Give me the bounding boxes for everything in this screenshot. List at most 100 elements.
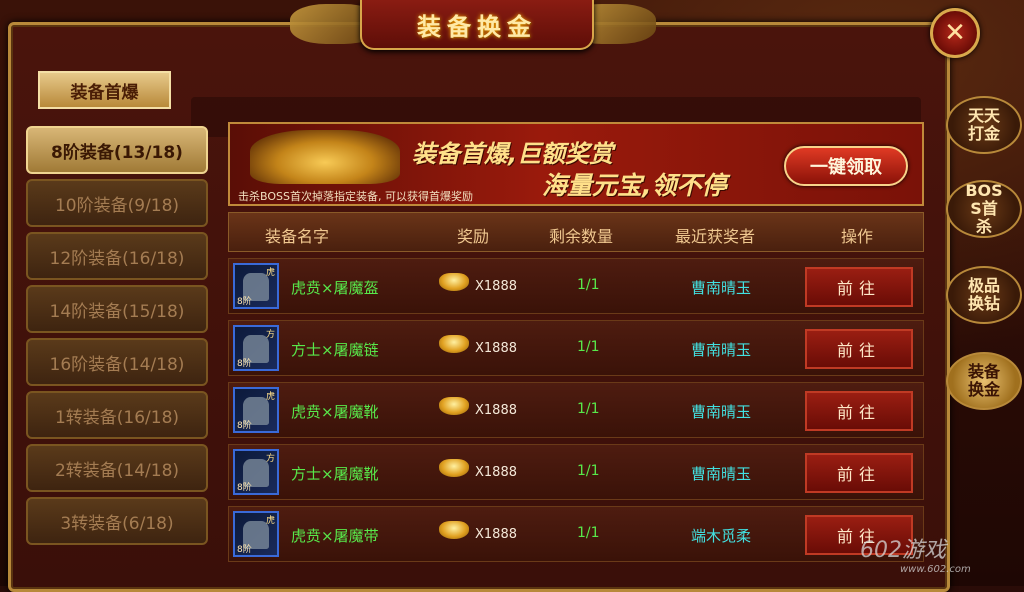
recent-winner: 曹南晴玉 <box>691 403 752 421</box>
go-label: 前往 <box>836 403 881 422</box>
go-button[interactable]: 前往 <box>805 329 913 369</box>
table-row: 虎 8阶 虎贲×屠魔靴 X1888 1/1 曹南晴玉 前往 <box>228 382 924 438</box>
level-item-label: 3转装备(6/18) <box>60 513 174 534</box>
go-label: 前往 <box>836 465 881 484</box>
gold-ingot-icon <box>439 459 469 477</box>
equipment-thumbnail[interactable]: 虎 8阶 <box>233 387 279 433</box>
side-nav-label: BOSS首杀 <box>965 181 1003 236</box>
side-nav-label: 天天打金 <box>967 106 1000 143</box>
header-remaining: 剩余数量 <box>549 227 614 246</box>
class-tag: 方 <box>265 330 275 340</box>
table-header: 装备名字 奖励 剩余数量 最近获奖者 操作 <box>228 212 924 252</box>
reward-amount: X1888 <box>475 279 517 294</box>
title-plate: 装备换金 <box>360 0 594 50</box>
level-item-label: 12阶装备(16/18) <box>49 248 185 269</box>
header-item-name: 装备名字 <box>265 227 330 246</box>
recent-winner: 曹南晴玉 <box>691 279 752 297</box>
class-tag: 方 <box>265 454 275 464</box>
level-tag: 8阶 <box>237 297 252 307</box>
side-nav-equip-gold[interactable]: 装备换金 <box>946 352 1022 410</box>
level-item-14[interactable]: 14阶装备(15/18) <box>26 285 208 333</box>
reward-amount: X1888 <box>475 341 517 356</box>
level-item-label: 1转装备(16/18) <box>54 407 180 428</box>
tab-first-drop-label: 装备首爆 <box>70 82 139 103</box>
equipment-thumbnail[interactable]: 虎 8阶 <box>233 511 279 557</box>
level-item-label: 16阶装备(14/18) <box>49 354 185 375</box>
level-item-label: 2转装备(14/18) <box>54 460 180 481</box>
level-item-label: 8阶装备(13/18) <box>51 142 183 163</box>
equipment-thumbnail[interactable]: 虎 8阶 <box>233 263 279 309</box>
table-row: 虎 8阶 虎贲×屠魔带 X1888 1/1 端木觅柔 前往 <box>228 506 924 562</box>
side-nav-boss-first-kill[interactable]: BOSS首杀 <box>946 180 1022 238</box>
side-nav-label: 装备换金 <box>967 362 1000 399</box>
go-button[interactable]: 前往 <box>805 267 913 307</box>
level-tag: 8阶 <box>237 359 252 369</box>
level-item-12[interactable]: 12阶装备(16/18) <box>26 232 208 280</box>
level-tag: 8阶 <box>237 421 252 431</box>
gold-ingot-icon <box>439 273 469 291</box>
level-item-2zhuan[interactable]: 2转装备(14/18) <box>26 444 208 492</box>
header-action: 操作 <box>841 227 874 246</box>
header-reward: 奖励 <box>457 227 490 246</box>
close-button[interactable]: ✕ <box>930 8 980 58</box>
banner-description: 击杀BOSS首次掉落指定装备, 可以获得首爆奖励 <box>238 190 473 203</box>
table-row: 虎 8阶 虎贲×屠魔盔 X1888 1/1 曹南晴玉 前往 <box>228 258 924 314</box>
claim-all-button[interactable]: 一键领取 <box>784 146 908 186</box>
gold-ingot-icon <box>439 521 469 539</box>
equipment-name: 虎贲×屠魔带 <box>291 527 379 545</box>
recent-winner: 曹南晴玉 <box>691 465 752 483</box>
watermark-url: www.602.com <box>900 564 971 575</box>
reward-amount: X1888 <box>475 527 517 542</box>
level-item-1zhuan[interactable]: 1转装备(16/18) <box>26 391 208 439</box>
level-tag: 8阶 <box>237 483 252 493</box>
table-row: 方 8阶 方士×屠魔链 X1888 1/1 曹南晴玉 前往 <box>228 320 924 376</box>
dialog-title: 装备换金 <box>417 12 537 41</box>
go-button[interactable]: 前往 <box>805 391 913 431</box>
side-nav-daily-gold[interactable]: 天天打金 <box>946 96 1022 154</box>
reward-amount: X1888 <box>475 465 517 480</box>
remaining-count: 1/1 <box>577 401 600 417</box>
first-drop-banner: 装备首爆,巨额奖赏 海量元宝,领不停 击杀BOSS首次掉落指定装备, 可以获得首… <box>228 122 924 206</box>
class-tag: 虎 <box>265 516 275 526</box>
remaining-count: 1/1 <box>577 339 600 355</box>
recent-winner: 曹南晴玉 <box>691 341 752 359</box>
level-item-label: 14阶装备(15/18) <box>49 301 185 322</box>
side-nav-premium-diamond[interactable]: 极品换钻 <box>946 266 1022 324</box>
side-nav-label: 极品换钻 <box>967 276 1000 313</box>
level-item-3zhuan[interactable]: 3转装备(6/18) <box>26 497 208 545</box>
level-item-10[interactable]: 10阶装备(9/18) <box>26 179 208 227</box>
watermark-brand: 602游戏 <box>860 538 946 563</box>
table-row: 方 8阶 方士×屠魔靴 X1888 1/1 曹南晴玉 前往 <box>228 444 924 500</box>
remaining-count: 1/1 <box>577 463 600 479</box>
go-button[interactable]: 前往 <box>805 453 913 493</box>
gold-treasure-icon <box>250 130 400 184</box>
level-tag: 8阶 <box>237 545 252 555</box>
class-tag: 虎 <box>265 392 275 402</box>
equipment-thumbnail[interactable]: 方 8阶 <box>233 325 279 371</box>
side-navigation: 天天打金 BOSS首杀 极品换钻 装备换金 <box>944 96 1024 496</box>
close-icon: ✕ <box>944 18 966 48</box>
gold-ingot-icon <box>439 397 469 415</box>
level-item-16[interactable]: 16阶装备(14/18) <box>26 338 208 386</box>
header-recent-winner: 最近获奖者 <box>675 227 756 246</box>
equipment-name: 方士×屠魔靴 <box>291 465 379 483</box>
recent-winner: 端木觅柔 <box>691 527 752 545</box>
banner-slogan-2: 海量元宝,领不停 <box>542 171 727 200</box>
equipment-name: 虎贲×屠魔靴 <box>291 403 379 421</box>
remaining-count: 1/1 <box>577 277 600 293</box>
remaining-count: 1/1 <box>577 525 600 541</box>
level-menu: 8阶装备(13/18) 10阶装备(9/18) 12阶装备(16/18) 14阶… <box>26 126 212 566</box>
go-label: 前往 <box>836 341 881 360</box>
gold-ingot-icon <box>439 335 469 353</box>
equipment-name: 虎贲×屠魔盔 <box>291 279 379 297</box>
level-item-label: 10阶装备(9/18) <box>54 195 180 216</box>
reward-amount: X1888 <box>475 403 517 418</box>
equipment-thumbnail[interactable]: 方 8阶 <box>233 449 279 495</box>
tab-first-drop[interactable]: 装备首爆 <box>38 71 171 109</box>
equipment-name: 方士×屠魔链 <box>291 341 379 359</box>
level-item-8[interactable]: 8阶装备(13/18) <box>26 126 208 174</box>
go-label: 前往 <box>836 279 881 298</box>
class-tag: 虎 <box>265 268 275 278</box>
banner-slogan-1: 装备首爆,巨额奖赏 <box>412 140 614 168</box>
claim-all-label: 一键领取 <box>810 157 882 178</box>
